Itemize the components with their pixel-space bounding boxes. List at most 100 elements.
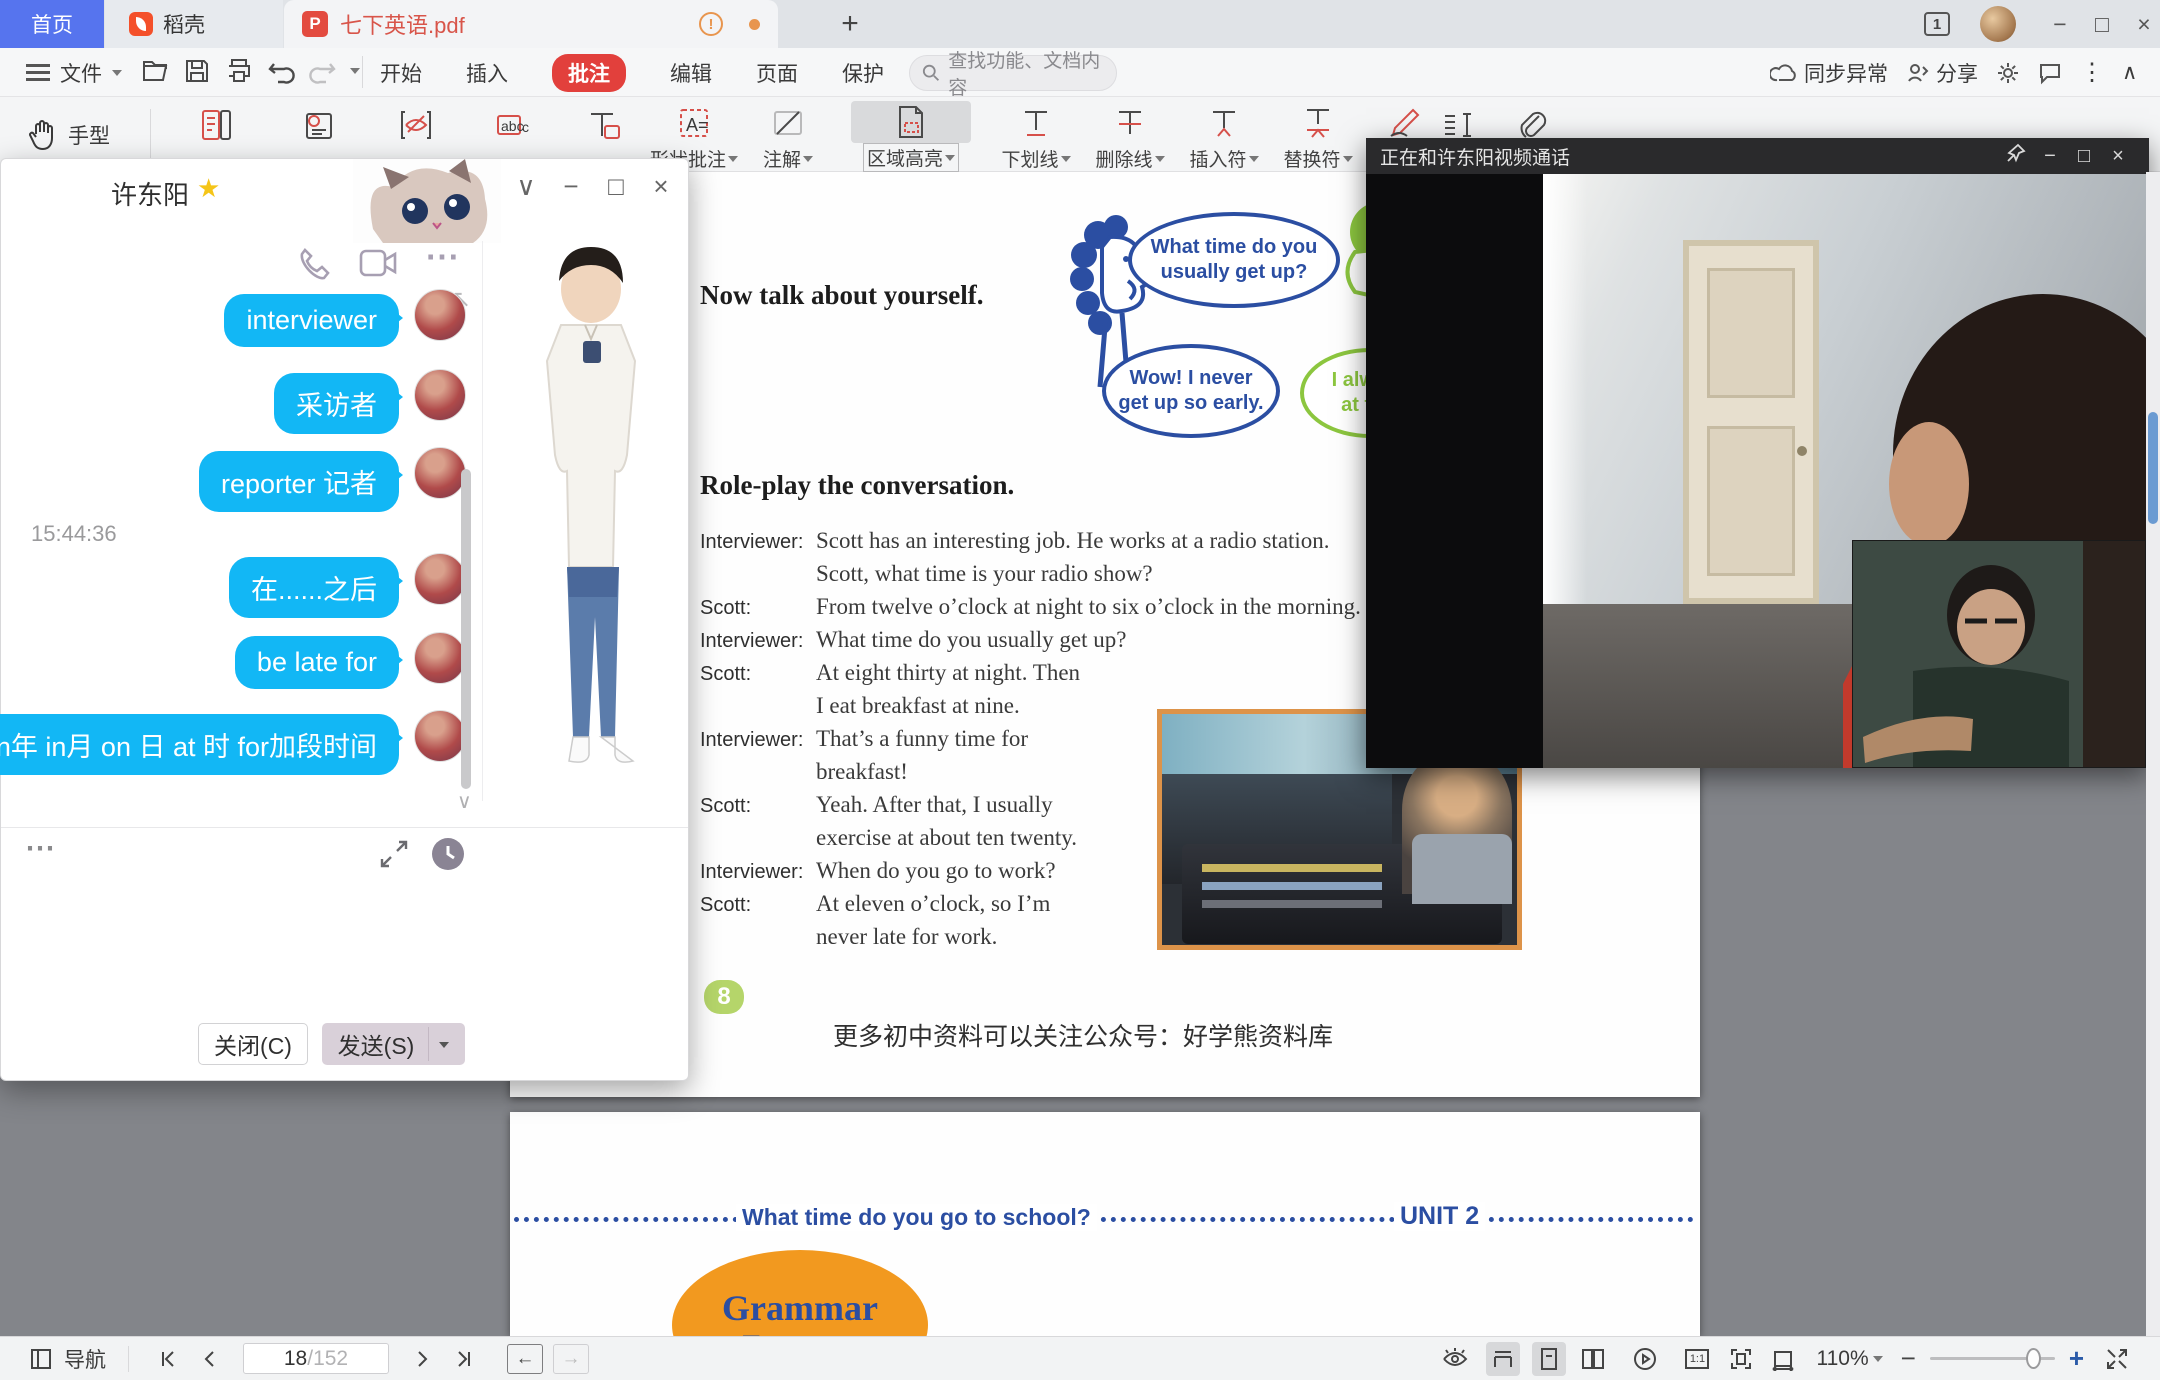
- expand-input-icon[interactable]: [379, 839, 409, 874]
- insert-caret-tool[interactable]: 插入符: [1178, 97, 1270, 172]
- local-video-pip[interactable]: [1852, 540, 2146, 768]
- document-scrollbar[interactable]: [2146, 172, 2160, 1336]
- navigation-label[interactable]: 导航: [64, 1344, 106, 1374]
- tab-home[interactable]: 首页: [0, 0, 104, 48]
- send-options-caret-icon[interactable]: [439, 1042, 449, 1053]
- actual-size-icon[interactable]: 1:1: [1680, 1342, 1714, 1376]
- play-slideshow-icon[interactable]: [1628, 1342, 1662, 1376]
- cat-photo: [353, 159, 501, 243]
- undo-icon[interactable]: [266, 56, 296, 86]
- message-avatar[interactable]: [414, 553, 466, 605]
- chat-message[interactable]: reporter 记者: [199, 451, 399, 512]
- window-minimize-button[interactable]: −: [2040, 6, 2080, 42]
- input-more-icon[interactable]: ⋯: [25, 831, 55, 866]
- window-maximize-button[interactable]: □: [2082, 6, 2122, 42]
- chat-minimize-button[interactable]: −: [554, 171, 588, 202]
- search-input[interactable]: 查找功能、文档内容: [909, 55, 1117, 91]
- zoom-slider[interactable]: [1930, 1357, 2055, 1360]
- first-page-button[interactable]: [151, 1342, 185, 1376]
- chat-send-button[interactable]: 发送(S): [322, 1023, 465, 1065]
- scrollbar-thumb[interactable]: [2148, 412, 2158, 524]
- video-minimize-button[interactable]: −: [2033, 145, 2067, 168]
- last-page-button[interactable]: [447, 1342, 481, 1376]
- single-page-view-icon[interactable]: [1532, 1342, 1566, 1376]
- chat-message[interactable]: interviewer: [224, 294, 399, 347]
- tab-docer[interactable]: 稻壳: [105, 0, 283, 48]
- tab-list-button[interactable]: 1: [1924, 12, 1950, 36]
- save-icon[interactable]: [182, 56, 212, 86]
- note-tool[interactable]: 注解: [742, 97, 834, 172]
- ribbon-tab-annotate-active[interactable]: 批注: [552, 54, 626, 92]
- new-tab-button[interactable]: +: [830, 6, 870, 42]
- account-avatar[interactable]: [1980, 6, 2016, 42]
- zoom-caret-icon[interactable]: [1873, 1356, 1883, 1367]
- history-forward-button[interactable]: →: [553, 1344, 589, 1374]
- message-avatar[interactable]: [414, 632, 466, 684]
- chat-rollup-icon[interactable]: ∨: [509, 171, 543, 202]
- chat-message[interactable]: be late for: [235, 636, 399, 689]
- ribbon-tab-insert[interactable]: 插入: [466, 58, 508, 88]
- ribbon-tab-start[interactable]: 开始: [380, 58, 422, 88]
- message-avatar[interactable]: [414, 289, 466, 341]
- tab-document[interactable]: P 七下英语.pdf !: [284, 0, 778, 48]
- message-avatar[interactable]: [414, 447, 466, 499]
- avatar-panel-divider: [482, 241, 483, 801]
- navigation-panel-icon[interactable]: [24, 1342, 58, 1376]
- chat-message-input[interactable]: [11, 879, 671, 1009]
- collapse-ribbon-icon[interactable]: ∧: [2122, 60, 2137, 85]
- message-history-icon[interactable]: [431, 837, 465, 876]
- share-button[interactable]: 分享: [1906, 58, 1978, 88]
- history-back-button[interactable]: ←: [507, 1344, 543, 1374]
- ribbon-tab-edit[interactable]: 编辑: [670, 58, 712, 88]
- video-call-icon[interactable]: [359, 247, 399, 284]
- pin-icon[interactable]: [1999, 143, 2033, 169]
- chat-message[interactable]: 采访者: [274, 373, 399, 434]
- ribbon-tab-protect[interactable]: 保护: [842, 58, 884, 88]
- strikethrough-tool[interactable]: 删除线: [1084, 97, 1176, 172]
- document-warning-icon[interactable]: !: [699, 12, 723, 36]
- message-avatar[interactable]: [414, 369, 466, 421]
- eye-protection-icon[interactable]: [1438, 1342, 1472, 1376]
- zoom-slider-thumb[interactable]: [2026, 1348, 2041, 1369]
- reading-layout-icon[interactable]: [1486, 1342, 1520, 1376]
- sync-status-button[interactable]: 同步异常: [1770, 58, 1888, 88]
- more-options-icon[interactable]: ⋮: [2080, 58, 2104, 87]
- video-maximize-button[interactable]: □: [2067, 145, 2101, 168]
- settings-gear-icon[interactable]: [1996, 61, 2020, 85]
- fit-page-icon[interactable]: [1724, 1342, 1758, 1376]
- previous-page-button[interactable]: [193, 1342, 227, 1376]
- quick-access-caret-icon[interactable]: [350, 68, 360, 79]
- fullscreen-icon[interactable]: [2100, 1342, 2134, 1376]
- area-highlight-tool-selected[interactable]: 区域高亮: [838, 97, 984, 172]
- chat-more-icon[interactable]: ⋯: [425, 237, 459, 277]
- chat-message[interactable]: 在......之后: [229, 557, 399, 618]
- contact-3d-avatar: [501, 229, 681, 809]
- next-page-button[interactable]: [405, 1342, 439, 1376]
- voice-call-icon[interactable]: [297, 245, 333, 286]
- chat-scroll-down-icon[interactable]: ∨: [457, 789, 472, 814]
- chat-scrollbar-thumb[interactable]: [461, 469, 471, 789]
- page-number-input[interactable]: 18 /152: [243, 1343, 389, 1374]
- chat-close-action-button[interactable]: 关闭(C): [198, 1023, 308, 1065]
- video-close-button[interactable]: ×: [2101, 145, 2135, 168]
- comments-icon[interactable]: [2038, 61, 2062, 85]
- zoom-in-button[interactable]: +: [2069, 1343, 2084, 1374]
- chat-maximize-button[interactable]: □: [599, 171, 633, 202]
- chat-close-button[interactable]: ×: [644, 171, 678, 202]
- open-file-icon[interactable]: [140, 56, 170, 86]
- video-call-titlebar[interactable]: 正在和许东阳视频通话 − □ ×: [1366, 138, 2149, 174]
- fit-width-icon[interactable]: [1766, 1342, 1800, 1376]
- caret-icon: [1249, 156, 1259, 167]
- chat-message[interactable]: in年 in月 on 日 at 时 for加段时间: [0, 714, 399, 775]
- two-page-view-icon[interactable]: [1576, 1342, 1610, 1376]
- underline-tool[interactable]: 下划线: [990, 97, 1082, 172]
- file-menu[interactable]: 文件: [26, 48, 122, 97]
- zoom-level-label[interactable]: 110%: [1816, 1347, 1868, 1371]
- print-icon[interactable]: [224, 56, 254, 86]
- window-close-button[interactable]: ×: [2124, 6, 2160, 42]
- replace-symbol-tool[interactable]: 替换符: [1272, 97, 1364, 172]
- message-avatar[interactable]: [414, 710, 466, 762]
- zoom-out-button[interactable]: −: [1901, 1343, 1916, 1374]
- redo-icon[interactable]: [308, 56, 338, 86]
- ribbon-tab-page[interactable]: 页面: [756, 58, 798, 88]
